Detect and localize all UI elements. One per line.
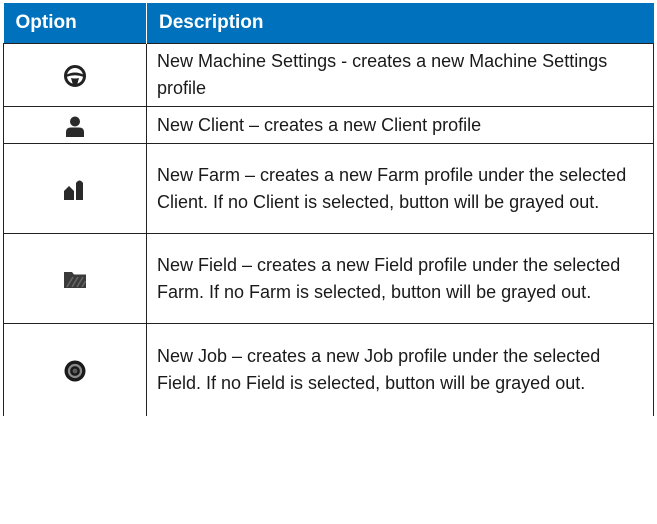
table-header-row: Option Description (3, 3, 654, 44)
table-row: New Client – creates a new Client profil… (3, 106, 654, 144)
option-icon-cell (3, 106, 147, 144)
option-description: New Job – creates a new Job profile unde… (146, 323, 654, 416)
option-description: New Client – creates a new Client profil… (146, 106, 654, 144)
option-icon-cell (3, 43, 147, 107)
person-icon (66, 116, 84, 137)
table-row: New Machine Settings - creates a new Mac… (3, 43, 654, 107)
field-folder-icon (64, 272, 87, 289)
option-column-header: Option (3, 3, 147, 44)
job-disc-icon (64, 360, 86, 381)
option-icon-cell (3, 143, 147, 234)
table-row: New Field – creates a new Field profile … (3, 233, 654, 324)
table-row: New Job – creates a new Job profile unde… (3, 323, 654, 416)
option-description: New Field – creates a new Field profile … (146, 233, 654, 324)
option-description: New Machine Settings - creates a new Mac… (146, 43, 654, 107)
table-row: New Farm – creates a new Farm profile un… (3, 143, 654, 234)
options-table: Option Description New Machine Settings … (3, 3, 654, 416)
option-icon-cell (3, 233, 147, 324)
steering-wheel-icon (64, 64, 86, 87)
option-icon-cell (3, 323, 147, 416)
farm-barn-silo-icon (64, 180, 83, 201)
description-column-header: Description (146, 3, 654, 44)
option-description: New Farm – creates a new Farm profile un… (146, 143, 654, 234)
